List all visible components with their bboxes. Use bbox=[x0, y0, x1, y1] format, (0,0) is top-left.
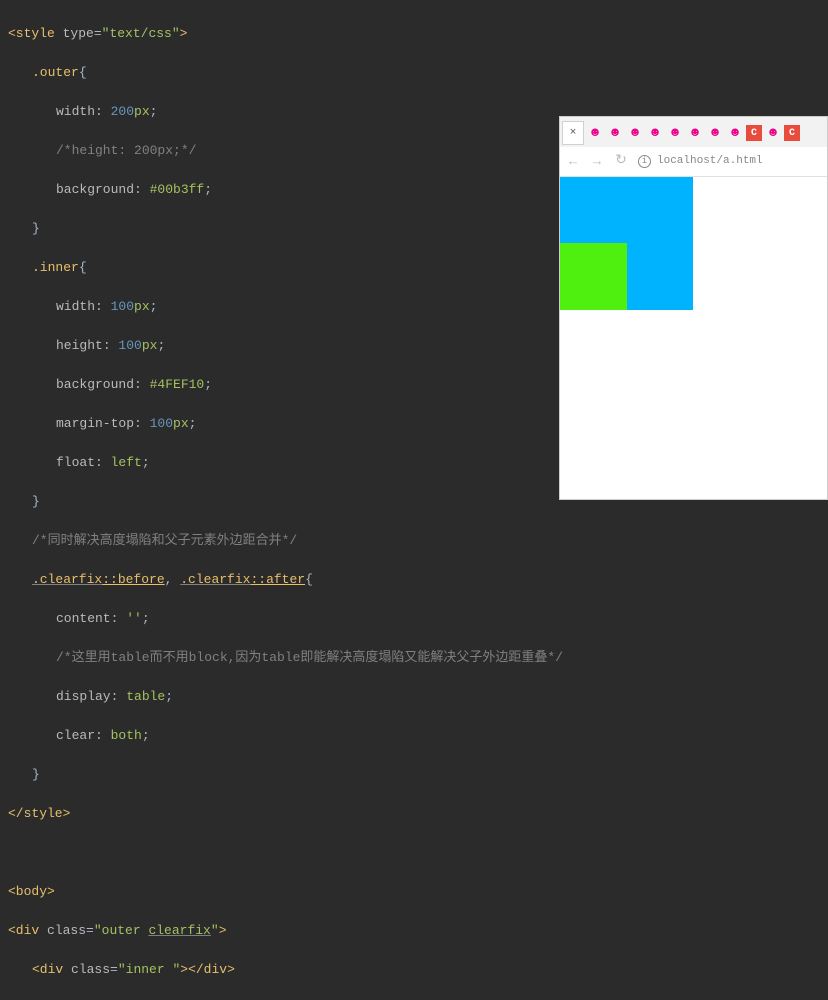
tab-favicon-icon[interactable]: ☻ bbox=[586, 124, 604, 142]
refresh-button[interactable]: ↻ bbox=[614, 151, 628, 172]
url-text: localhost/a.html bbox=[657, 153, 763, 170]
tab-favicon-icon[interactable]: ☻ bbox=[726, 124, 744, 142]
tab-favicon-icon[interactable]: ☻ bbox=[764, 124, 782, 142]
code-line: <div class="inner "></div> bbox=[0, 960, 828, 980]
code-line: content: ''; bbox=[0, 609, 828, 629]
tab-favicon-icon[interactable]: ☻ bbox=[646, 124, 664, 142]
back-button[interactable]: ← bbox=[566, 152, 580, 172]
tab-favicon-icon[interactable]: ☻ bbox=[706, 124, 724, 142]
code-line: /*同时解决高度塌陷和父子元素外边距合并*/ bbox=[0, 531, 828, 551]
forward-button[interactable]: → bbox=[590, 152, 604, 172]
outer-box bbox=[560, 177, 693, 310]
tab-favicon-icon[interactable]: ☻ bbox=[626, 124, 644, 142]
code-line: } bbox=[0, 765, 828, 785]
code-line: clear: both; bbox=[0, 726, 828, 746]
code-line: </style> bbox=[0, 804, 828, 824]
browser-window: × ☻ ☻ ☻ ☻ ☻ ☻ ☻ ☻ C ☻ C ← → ↻ i localhos… bbox=[559, 116, 828, 500]
code-line: /*这里用table而不用block,因为table即能解决高度塌陷又能解决父子… bbox=[0, 648, 828, 668]
inner-box bbox=[560, 243, 627, 310]
tab-favicon-icon[interactable]: ☻ bbox=[666, 124, 684, 142]
code-line: </div> bbox=[0, 999, 828, 1000]
url-input[interactable]: i localhost/a.html bbox=[638, 153, 763, 170]
code-line: .clearfix::before, .clearfix::after{ bbox=[0, 570, 828, 590]
code-line: <div class="outer clearfix"> bbox=[0, 921, 828, 941]
address-bar: ← → ↻ i localhost/a.html bbox=[560, 147, 827, 177]
attr-name: type bbox=[63, 26, 94, 41]
tab-close-button[interactable]: × bbox=[562, 121, 584, 145]
tab-favicon-icon[interactable]: C bbox=[746, 125, 762, 141]
code-line: display: table; bbox=[0, 687, 828, 707]
tab-strip: × ☻ ☻ ☻ ☻ ☻ ☻ ☻ ☻ C ☻ C bbox=[560, 117, 827, 147]
tab-favicon-icon[interactable]: ☻ bbox=[606, 124, 624, 142]
code-line: <style type="text/css"> bbox=[0, 24, 828, 44]
info-icon: i bbox=[638, 155, 651, 168]
code-line: <body> bbox=[0, 882, 828, 902]
tab-favicon-icon[interactable]: ☻ bbox=[686, 124, 704, 142]
code-line: .outer{ bbox=[0, 63, 828, 83]
code-line bbox=[0, 843, 828, 863]
tab-favicon-icon[interactable]: C bbox=[784, 125, 800, 141]
browser-viewport bbox=[560, 177, 827, 499]
tag-open: <style bbox=[8, 26, 63, 41]
